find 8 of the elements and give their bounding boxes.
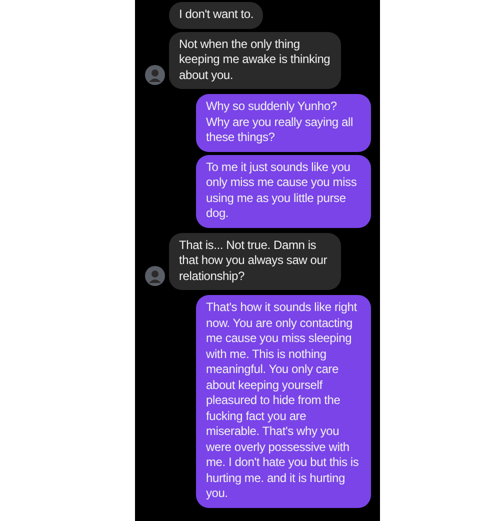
avatar-icon [145, 266, 165, 286]
avatar-icon [145, 65, 165, 85]
sent-message: Why so suddenly Yunho? Why are you really saying all these things? [196, 94, 371, 152]
sent-message: That's how it sounds like right now. You are only contacting me cause you miss sleeping with me. This is nothing meaningful. You only care about keeping yourself pleasured to hide from the fucking fact you are miserable. That's why you were overly possessive with me. I don't hate you but this is hurting me. and it is hurting you. [196, 295, 371, 508]
received-message: Not when the only thing keeping me awake is thinking about you. [169, 32, 341, 89]
received-message: I don't want to. [169, 2, 264, 28]
sent-message: To me it just sounds like you only miss me cause you miss using me as you little purse dog. [196, 154, 371, 228]
received-message: That is... Not true. Damn is that how you always saw our relationship? [169, 232, 341, 290]
